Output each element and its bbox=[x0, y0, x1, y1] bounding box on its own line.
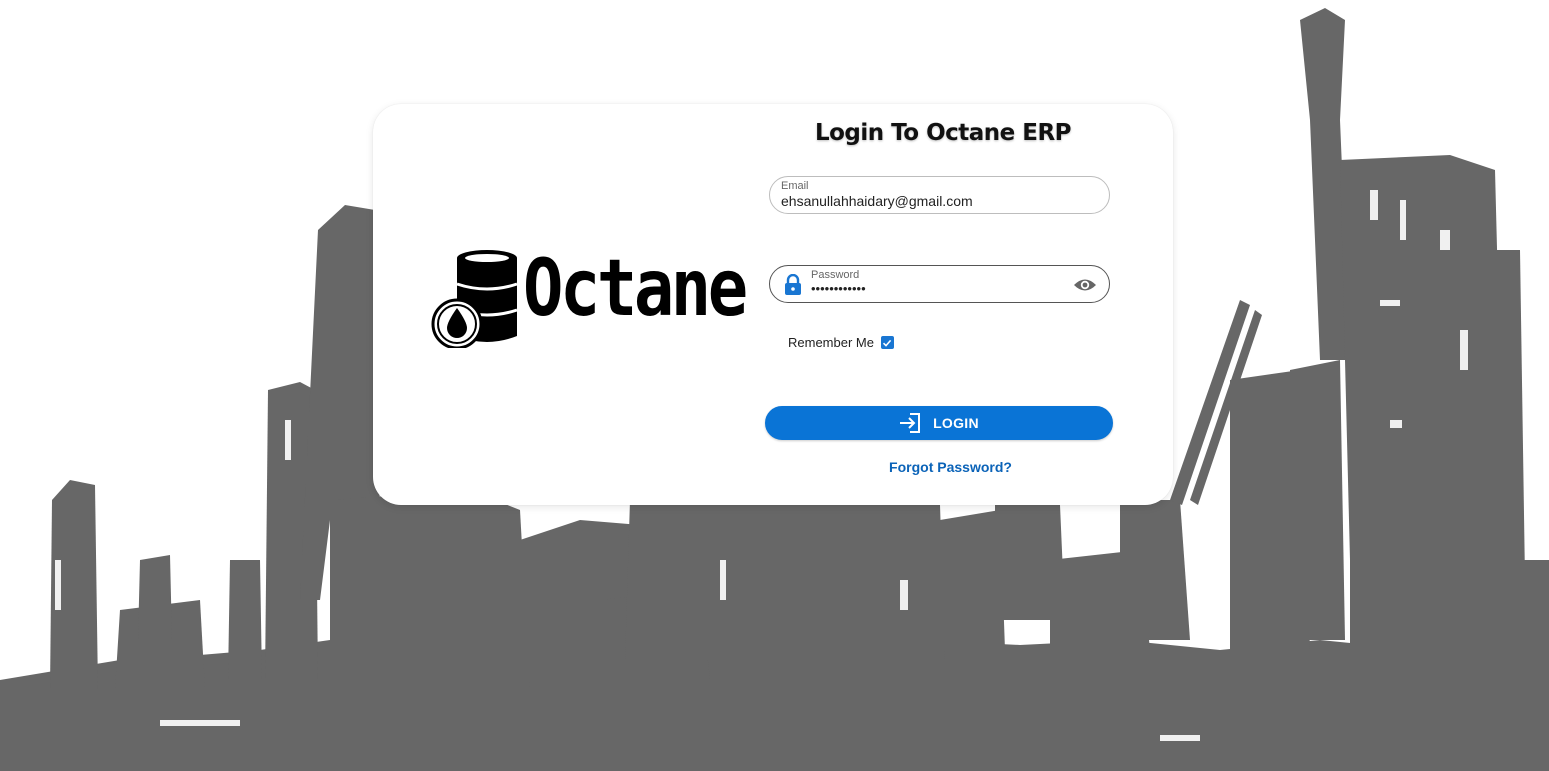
password-label: Password bbox=[811, 269, 860, 281]
lock-icon bbox=[785, 274, 801, 295]
email-label: Email bbox=[781, 180, 809, 192]
email-field[interactable]: Email ehsanullahhaidary@gmail.com bbox=[769, 176, 1110, 214]
checkmark-icon bbox=[883, 339, 892, 347]
password-input[interactable]: •••••••••••• bbox=[811, 281, 866, 296]
eye-icon[interactable] bbox=[1073, 276, 1097, 294]
email-input[interactable]: ehsanullahhaidary@gmail.com bbox=[781, 193, 973, 209]
login-button[interactable]: LOGIN bbox=[765, 406, 1113, 440]
remember-me-checkbox[interactable] bbox=[880, 336, 894, 349]
forgot-password-link[interactable]: Forgot Password? bbox=[768, 459, 1133, 475]
remember-me-row: Remember Me bbox=[788, 335, 894, 350]
page-title: Login To Octane ERP bbox=[814, 120, 1072, 146]
password-field[interactable]: Password •••••••••••• bbox=[769, 265, 1110, 303]
login-card: Octane Login To Octane ERP Email ehsanul… bbox=[373, 104, 1173, 505]
login-button-label: LOGIN bbox=[933, 415, 979, 431]
login-page: Octane Login To Octane ERP Email ehsanul… bbox=[0, 0, 1549, 771]
remember-me-label: Remember Me bbox=[788, 335, 874, 350]
login-icon bbox=[900, 413, 921, 433]
brand-logo-text: Octane bbox=[523, 244, 748, 334]
